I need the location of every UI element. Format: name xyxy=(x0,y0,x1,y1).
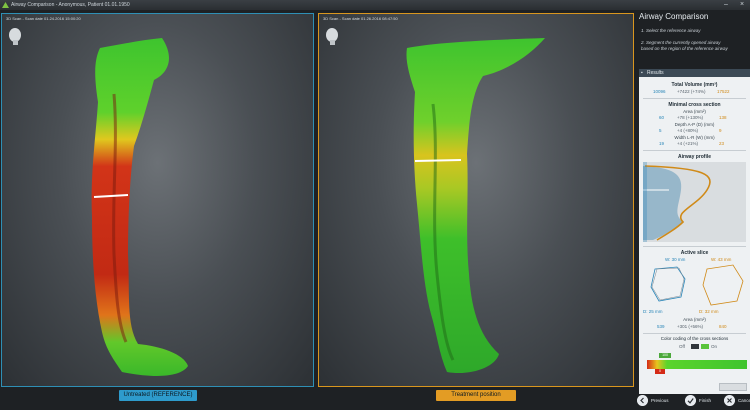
divider xyxy=(643,150,746,151)
divider xyxy=(643,98,746,99)
min-area-label: Area (mm²) xyxy=(683,109,706,114)
app-logo-icon xyxy=(2,2,9,8)
chevron-left-icon xyxy=(637,395,648,406)
color-coding-label: Color coding of the cross sections xyxy=(660,336,729,341)
total-volume-ref: 10096 xyxy=(653,89,666,94)
depth-cur: 9 xyxy=(719,128,722,133)
minimize-icon[interactable]: – xyxy=(722,1,730,9)
width-cur: 23 xyxy=(719,141,725,146)
slice-reference-shape xyxy=(650,266,686,302)
slice-area-ref: 539 xyxy=(657,324,665,329)
color-scale-top-marker[interactable]: 100 xyxy=(659,353,671,358)
results-header[interactable]: ▪ Results xyxy=(639,69,750,77)
toggle-on-label: On xyxy=(711,344,718,349)
close-icon[interactable]: × xyxy=(738,1,746,9)
step-select-reference: 1. Select the reference airway xyxy=(641,28,701,33)
total-volume-cur: 17522 xyxy=(717,89,730,94)
collapse-icon[interactable]: ▪ xyxy=(641,69,643,77)
divider xyxy=(643,246,746,247)
previous-button[interactable]: Previous xyxy=(637,395,677,407)
active-slice-label: Active slice xyxy=(680,250,709,256)
check-icon xyxy=(685,395,696,406)
airway-model-treatment[interactable] xyxy=(319,14,633,386)
width-ref: 19 xyxy=(659,141,665,146)
comparison-panel: Airway Comparison 1. Select the referenc… xyxy=(637,11,750,410)
finish-label: Finish xyxy=(699,398,712,403)
reference-label: Untreated (REFERENCE) xyxy=(119,390,197,401)
color-scale-bar[interactable] xyxy=(647,360,747,369)
total-volume-diff: +7422 (+74%) xyxy=(677,89,706,94)
step-segment-line2: based on the region of the reference air… xyxy=(641,46,728,51)
scale-input[interactable] xyxy=(719,383,747,391)
color-scale-bottom-marker[interactable]: 0 xyxy=(655,369,665,374)
results-body: Total Volume (mm³) 10096 +7422 (+74%) 17… xyxy=(639,77,750,394)
slice-depth-ref: D: 25 mm xyxy=(643,309,663,314)
window-title: Airway Comparison - Anonymous, Patient 0… xyxy=(11,2,130,8)
depth-label: Depth A-P (D) (mm) xyxy=(674,122,715,127)
results-label: Results xyxy=(647,70,664,76)
slice-treatment-shape xyxy=(702,264,744,306)
cancel-label: Cancel xyxy=(738,398,750,403)
total-volume-label: Total Volume (mm³) xyxy=(671,82,718,88)
toggle-on-swatch[interactable] xyxy=(701,344,709,349)
viewport-treatment[interactable]: 3D Scan - Scan date 01.26.2016 08:47:50 xyxy=(318,13,634,387)
panel-title: Airway Comparison xyxy=(639,12,709,21)
min-area-cur: 138 xyxy=(719,115,727,120)
min-area-diff: +78 (+130%) xyxy=(677,115,704,120)
viewport-reference[interactable]: 3D Scan - Scan date 01.24.2016 15:00:20 xyxy=(1,13,314,387)
divider xyxy=(643,333,746,334)
close-icon xyxy=(724,395,735,406)
toggle-off-swatch[interactable] xyxy=(691,344,699,349)
slice-width-cur: W: 43 mm xyxy=(711,257,732,262)
cancel-button[interactable]: Cancel xyxy=(724,395,750,407)
toggle-off-label: Off xyxy=(679,344,685,349)
slice-area-label: Area (mm²) xyxy=(683,317,706,322)
previous-label: Previous xyxy=(651,398,669,403)
depth-ref: 5 xyxy=(659,128,662,133)
slice-width-ref: W: 30 mm xyxy=(665,257,686,262)
width-label: Width L-R (W) (mm) xyxy=(674,135,715,140)
airway-model-reference[interactable] xyxy=(2,14,313,386)
airway-profile-graph[interactable] xyxy=(643,162,746,242)
depth-diff: +4 (+80%) xyxy=(677,128,699,133)
min-cross-label: Minimal cross section xyxy=(668,102,721,108)
title-bar: Airway Comparison - Anonymous, Patient 0… xyxy=(0,0,750,10)
slice-area-cur: 840 xyxy=(719,324,727,329)
treatment-label: Treatment position xyxy=(436,390,516,401)
slice-area-diff: +301 (+56%) xyxy=(677,324,704,329)
finish-button[interactable]: Finish xyxy=(685,395,721,407)
width-diff: +4 (+21%) xyxy=(677,141,699,146)
airway-profile-label: Airway profile xyxy=(677,154,712,160)
min-area-ref: 60 xyxy=(659,115,665,120)
slice-depth-cur: D: 32 mm xyxy=(699,309,719,314)
